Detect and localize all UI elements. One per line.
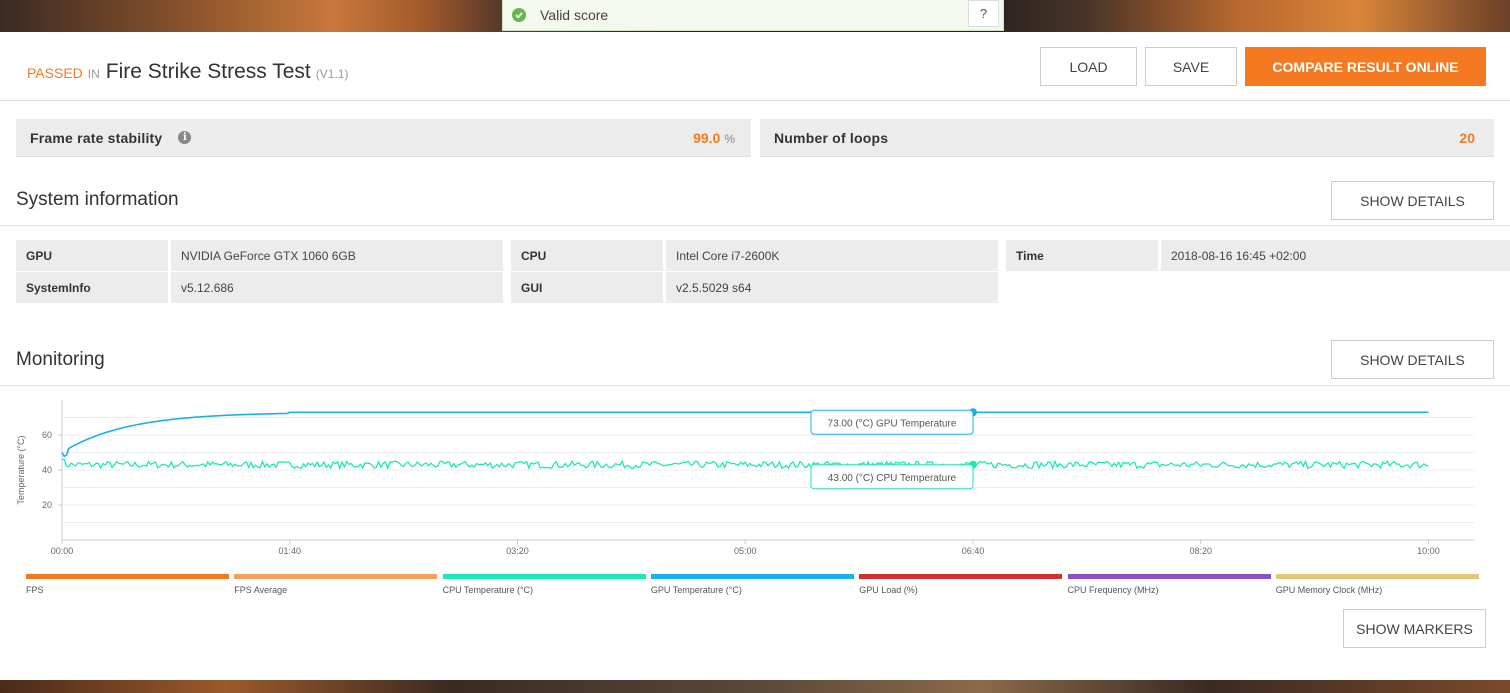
help-button[interactable]: ? <box>968 0 999 27</box>
legend-label[interactable]: CPU Frequency (MHz) <box>1068 585 1159 595</box>
frame-rate-stability-label: Frame rate stability <box>30 129 163 146</box>
gpu-temperature-line <box>61 411 1429 458</box>
y-tick-label: 40 <box>42 465 52 475</box>
frame-rate-stability-stat: Frame rate stability i 99.0% <box>16 119 751 157</box>
percent-unit: % <box>724 131 735 146</box>
monitoring-show-details-button[interactable]: SHOW DETAILS <box>1331 340 1494 379</box>
legend-bar[interactable] <box>234 574 438 579</box>
compare-result-online-button[interactable]: COMPARE RESULT ONLINE <box>1245 47 1486 86</box>
number-of-loops-stat: Number of loops 20 <box>760 119 1494 157</box>
load-button[interactable]: LOAD <box>1040 47 1137 86</box>
valid-score-banner: Valid score ? <box>502 0 1004 31</box>
legend-label[interactable]: GPU Memory Clock (MHz) <box>1276 585 1383 595</box>
show-markers-button[interactable]: SHOW MARKERS <box>1343 609 1486 648</box>
sysinfo-key-time: Time <box>1006 240 1158 271</box>
legend-bar[interactable] <box>859 574 1063 579</box>
monitoring-chart[interactable]: 20 40 60 Temperature (°C) 00:00 01:40 03:20 05:… <box>0 387 1510 562</box>
save-button[interactable]: SAVE <box>1145 47 1237 86</box>
legend-bar[interactable] <box>1275 574 1479 579</box>
background-art-bottom <box>0 680 1510 693</box>
cpu-tooltip: 43.00 (°C) CPU Temperature <box>828 473 957 484</box>
number-of-loops-label: Number of loops <box>774 129 889 146</box>
info-icon[interactable]: i <box>178 131 192 144</box>
gpu-tooltip: 73.00 (°C) GPU Temperature <box>828 418 957 429</box>
x-tick-label: 10:00 <box>1417 546 1440 556</box>
result-header: PASSED IN Fire Strike Stress Test (V1.1)… <box>0 32 1510 101</box>
frame-rate-stability-value: 99.0% <box>693 130 735 146</box>
sysinfo-key-gpu: GPU <box>16 240 168 271</box>
x-tick-label: 05:00 <box>734 546 757 556</box>
sysinfo-value-systeminfo: v5.12.686 <box>171 272 503 303</box>
cpu-temperature-line <box>62 458 1429 471</box>
legend-bar[interactable] <box>650 574 854 579</box>
legend-bar[interactable] <box>1067 574 1271 579</box>
legend-label[interactable]: FPS Average <box>234 585 287 595</box>
x-tick-label: 00:00 <box>51 546 74 556</box>
result-panel: PASSED IN Fire Strike Stress Test (V1.1)… <box>0 32 1510 680</box>
legend-bar[interactable] <box>26 574 229 579</box>
in-label: IN <box>87 67 100 81</box>
sysinfo-key-systeminfo: SystemInfo <box>16 272 168 303</box>
legend-label[interactable]: FPS <box>26 585 44 595</box>
sysinfo-key-cpu: CPU <box>511 240 663 271</box>
sysinfo-value-time: 2018-08-16 16:45 +02:00 <box>1161 240 1510 271</box>
monitoring-title: Monitoring <box>16 349 105 370</box>
divider <box>0 385 1510 386</box>
sysinfo-value-cpu: Intel Core i7-2600K <box>666 240 998 271</box>
legend-label[interactable]: GPU Temperature (°C) <box>651 585 742 595</box>
divider <box>0 225 1510 226</box>
valid-score-label: Valid score <box>540 7 609 23</box>
x-tick-label: 01:40 <box>278 546 301 556</box>
legend-label[interactable]: CPU Temperature (°C) <box>443 585 533 595</box>
status-label: PASSED <box>27 65 83 81</box>
legend-label[interactable]: GPU Load (%) <box>859 585 918 595</box>
sysinfo-value-gpu: NVIDIA GeForce GTX 1060 6GB <box>171 240 503 271</box>
y-tick-label: 60 <box>42 430 52 440</box>
frame-rate-stability-number: 99.0 <box>693 129 721 146</box>
sysinfo-key-gui: GUI <box>511 272 663 303</box>
x-tick-label: 03:20 <box>506 546 529 556</box>
number-of-loops-value: 20 <box>1459 129 1475 146</box>
x-tick-label: 06:40 <box>962 546 985 556</box>
x-tick-label: 08:20 <box>1189 546 1212 556</box>
system-information-title: System information <box>16 189 179 210</box>
check-circle-icon <box>512 8 526 22</box>
test-version: (V1.1) <box>315 67 349 81</box>
y-axis-label: Temperature (°C) <box>16 435 26 504</box>
test-name: Fire Strike Stress Test <box>105 60 311 83</box>
y-tick-label: 20 <box>42 500 52 510</box>
system-show-details-button[interactable]: SHOW DETAILS <box>1331 181 1494 220</box>
page-title: PASSED IN Fire Strike Stress Test (V1.1) <box>27 60 348 84</box>
legend-bar[interactable] <box>442 574 646 579</box>
sysinfo-value-gui: v2.5.5029 s64 <box>666 272 998 303</box>
